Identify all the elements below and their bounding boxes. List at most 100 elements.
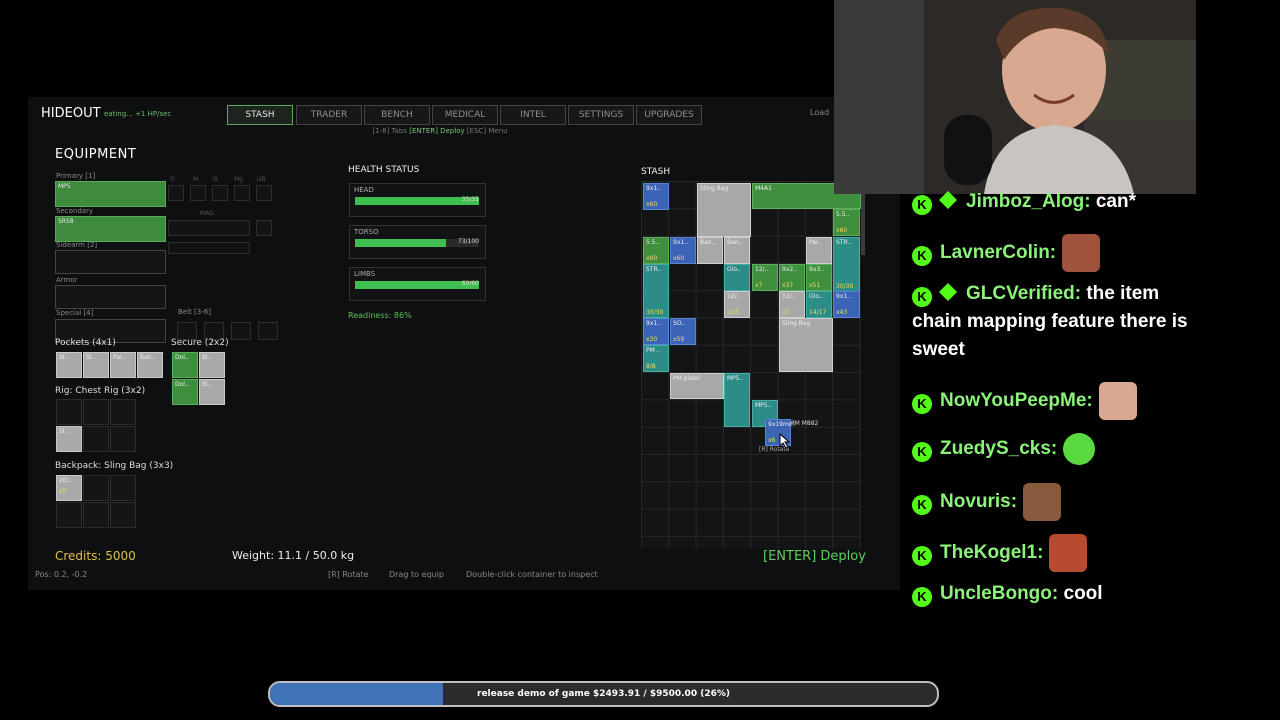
backpack-cell[interactable]: [56, 502, 82, 528]
stash-item-label: STR..: [646, 266, 662, 273]
stash-item-qty: 8/8: [646, 363, 656, 370]
rig-cell[interactable]: [56, 399, 82, 425]
stash-item[interactable]: Pai..: [806, 237, 832, 264]
belt-slot[interactable]: [258, 322, 278, 340]
rig-cell[interactable]: [83, 426, 109, 452]
stash-title: STASH: [641, 167, 671, 177]
stash-scrollbar[interactable]: [861, 185, 865, 255]
load-button[interactable]: Load: [810, 108, 829, 117]
stash-item[interactable]: 5.5.. x60: [833, 209, 860, 236]
stash-item[interactable]: 9x1.. x43: [833, 291, 860, 318]
stash-item[interactable]: STR.. 30/30: [643, 264, 669, 318]
chat-username[interactable]: ZuedyS_cks:: [940, 438, 1057, 459]
stash-item[interactable]: Ban..: [724, 237, 750, 264]
pocket-item[interactable]: Pai..: [110, 352, 136, 378]
secure-item[interactable]: Sl..: [199, 379, 225, 405]
stash-item[interactable]: STR.. 30/30: [833, 237, 860, 292]
backpack-cell[interactable]: [110, 475, 136, 501]
chat-username[interactable]: TheKogel1:: [940, 542, 1043, 563]
secure-item[interactable]: Dol..: [172, 352, 198, 378]
pocket-item[interactable]: Ban..: [137, 352, 163, 378]
secure-item-label: Sl..: [202, 381, 212, 388]
rig-label: Rig: Chest Rig (3x2): [55, 386, 146, 396]
secure-item[interactable]: Dol..: [172, 379, 198, 405]
tab-upgrades[interactable]: UPGRADES: [636, 105, 702, 125]
backpack-item[interactable]: 20/.. x5: [56, 475, 82, 501]
stash-item-qty: x51: [809, 282, 821, 289]
stash-item[interactable]: Ban..: [697, 237, 723, 264]
emote-face-icon: [1098, 382, 1137, 420]
tab-settings[interactable]: SETTINGS: [568, 105, 634, 125]
stash-item[interactable]: 9x1.. x60: [643, 183, 669, 210]
chat-username[interactable]: LavnerColin:: [940, 242, 1056, 263]
armor-slot[interactable]: [55, 285, 166, 309]
stash-item-label: Ban..: [727, 239, 743, 246]
health-head: HEAD 35/35: [349, 183, 486, 217]
chat-username[interactable]: Novuris:: [940, 491, 1017, 512]
stash-item[interactable]: 9x1.. x30: [643, 318, 669, 345]
stash-item[interactable]: 9x2.. x37: [779, 264, 805, 291]
attach-slot[interactable]: [168, 185, 184, 201]
sidearm-mag-slot[interactable]: [168, 242, 250, 254]
secure-item[interactable]: Sl..: [199, 352, 225, 378]
stash-item[interactable]: Sling Bag: [697, 183, 751, 237]
stash-item[interactable]: Sling Bag: [779, 318, 833, 372]
stash-item[interactable]: 9x3.. x51: [806, 264, 832, 291]
stash-item-label: 9x1..: [836, 293, 851, 300]
deploy-button[interactable]: [ENTER] Deploy: [763, 549, 866, 564]
backpack-cell[interactable]: [83, 502, 109, 528]
chat-username[interactable]: GLCVerified:: [966, 283, 1081, 304]
rig-cell[interactable]: [110, 426, 136, 452]
stash-item[interactable]: Glo..: [724, 264, 750, 291]
stash-item-qty: x60: [836, 227, 848, 234]
primary-label: Primary [1]: [56, 172, 96, 180]
stash-item[interactable]: SO.. x59: [670, 318, 696, 345]
tab-stash[interactable]: STASH: [227, 105, 293, 125]
stash-item[interactable]: Glo.. 14/17: [806, 291, 832, 318]
secondary-slot[interactable]: SR58: [55, 216, 166, 242]
attach-slot[interactable]: [190, 185, 206, 201]
rig-cell[interactable]: [110, 399, 136, 425]
primary-slot[interactable]: MP5: [55, 181, 166, 207]
chat-username[interactable]: NowYouPeepMe:: [940, 390, 1093, 411]
pocket-item[interactable]: Sl..: [56, 352, 82, 378]
mag-slot[interactable]: [168, 220, 250, 236]
sidearm-slot[interactable]: [55, 250, 166, 274]
health-head-track: [355, 197, 479, 205]
sidearm-label: Sidearm [2]: [56, 241, 98, 249]
tab-trader[interactable]: TRADER: [296, 105, 362, 125]
tab-medical[interactable]: MEDICAL: [432, 105, 498, 125]
attach-slot[interactable]: [234, 185, 250, 201]
stash-item-label: Sling Bag: [700, 185, 729, 192]
stash-item[interactable]: PM .. 8/8: [643, 345, 669, 372]
chat-username[interactable]: UncleBongo:: [940, 583, 1058, 604]
stash-item[interactable]: 12/.. x7: [779, 291, 805, 318]
backpack-cell[interactable]: [83, 475, 109, 501]
stash-item[interactable]: 12/.. x13: [724, 291, 750, 318]
stash-item[interactable]: 12/.. x7: [752, 264, 778, 291]
belt-slot[interactable]: [231, 322, 251, 340]
tab-intel[interactable]: INTEL: [500, 105, 566, 125]
attach-slot[interactable]: [256, 185, 272, 201]
pocket-item-label: Sl..: [86, 354, 96, 361]
stash-item[interactable]: MP5..: [724, 373, 750, 427]
stash-item[interactable]: PM pistol: [670, 373, 724, 399]
stash-item-label: MP5..: [755, 402, 772, 409]
secure-label: Secure (2x2): [171, 338, 229, 348]
attach-slot[interactable]: [212, 185, 228, 201]
chat-username[interactable]: Jimboz_Alog:: [966, 191, 1091, 212]
rig-item[interactable]: Sl..: [56, 426, 82, 452]
stash-item[interactable]: 5.5.. x60: [643, 237, 669, 264]
stash-item[interactable]: 9x1.. x60: [670, 237, 696, 264]
pocket-item[interactable]: Sl..: [83, 352, 109, 378]
rig-cell[interactable]: [83, 399, 109, 425]
donation-goal-bar: release demo of game $2493.91 / $9500.00…: [268, 681, 939, 707]
webcam-feed: [834, 0, 1196, 194]
backpack-cell[interactable]: [110, 502, 136, 528]
attach-slot[interactable]: [256, 220, 272, 236]
pockets-label: Pockets (4x1): [55, 338, 116, 348]
health-limbs-value: 60/60: [461, 280, 479, 287]
stash-item-qty: x37: [782, 282, 794, 289]
tab-bench[interactable]: BENCH: [364, 105, 430, 125]
stash-item-label: 9x1..: [646, 320, 661, 327]
